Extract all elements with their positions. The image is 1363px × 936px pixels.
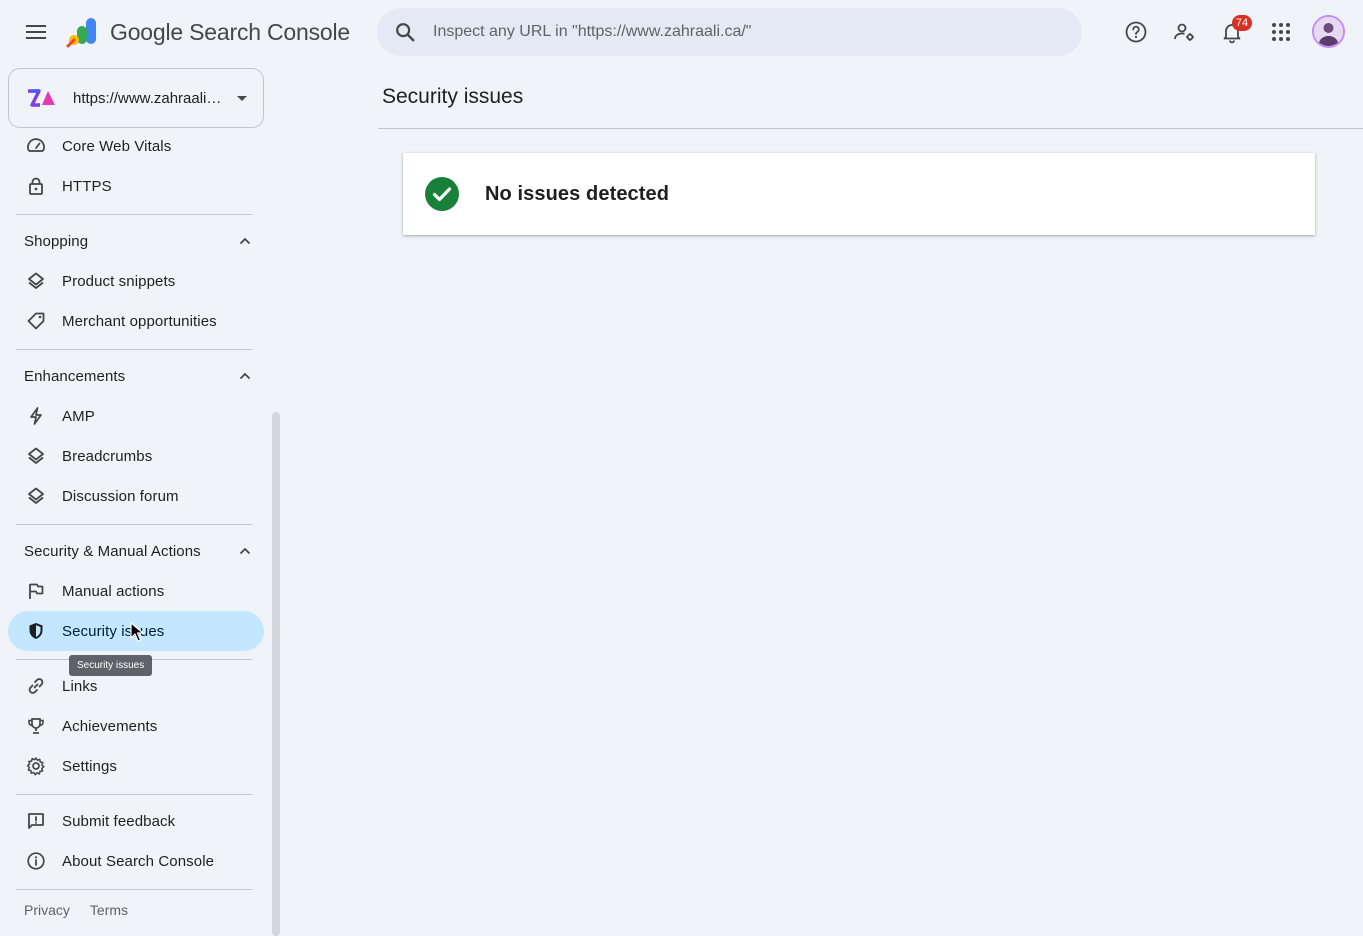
layers-icon [26,446,46,466]
account-settings-button[interactable] [1164,12,1204,52]
sidebar-divider [16,349,252,350]
section-title: Shopping [24,232,89,250]
gear-icon [26,756,46,776]
sidebar-item-label: Security issues [62,622,165,640]
link-icon [26,676,46,696]
sidebar-item-label: Core Web Vitals [62,137,172,155]
main-menu-button[interactable] [16,12,56,52]
sidebar-item-merchant-opportunities[interactable]: Merchant opportunities [8,301,264,341]
sidebar-item-achievements[interactable]: Achievements [8,706,264,746]
sidebar-divider [16,524,252,525]
sidebar-scrollbar[interactable] [272,412,280,936]
section-header-enhancements[interactable]: Enhancements [8,356,264,396]
notifications-button[interactable]: 74 [1212,12,1252,52]
property-logo-icon [28,89,55,107]
terms-link[interactable]: Terms [90,902,128,918]
title-divider [378,128,1363,129]
sidebar-divider [16,214,252,215]
sidebar-item-label: Manual actions [62,582,165,600]
status-card: No issues detected [403,153,1315,235]
sidebar-item-settings[interactable]: Settings [8,746,264,786]
sidebar-item-label: Links [62,677,98,695]
chevron-up-icon [239,237,251,245]
page-title: Security issues [382,85,524,108]
privacy-link[interactable]: Privacy [24,902,70,918]
sidebar-item-label: Settings [62,757,117,775]
sidebar-item-label: Product snippets [62,272,176,290]
sidebar-item-breadcrumbs[interactable]: Breadcrumbs [8,436,264,476]
user-avatar-icon [1314,17,1343,46]
tag-icon [26,311,46,331]
trophy-icon [26,716,46,736]
check-circle-icon [425,177,459,211]
nav-tooltip: Security issues [69,655,153,676]
sidebar-item-amp[interactable]: AMP [8,396,264,436]
status-text: No issues detected [485,182,670,205]
section-header-shopping[interactable]: Shopping [8,221,264,261]
manage-accounts-icon [1174,23,1194,41]
sidebar-item-label: AMP [62,407,95,425]
mouse-cursor-icon [130,622,144,642]
dropdown-arrow-icon [237,96,247,101]
search-console-logo[interactable]: Google Search Console [66,16,350,48]
sidebar-item-submit-feedback[interactable]: Submit feedback [8,801,264,841]
section-title: Enhancements [24,367,126,385]
section-title: Security & Manual Actions [24,542,201,560]
url-inspection-search[interactable] [377,8,1082,56]
apps-grid-icon [1272,23,1290,41]
top-app-bar: Google Search Console 74 [0,0,1363,64]
help-icon [1125,21,1147,43]
sidebar-item-https[interactable]: HTTPS [8,166,264,206]
hamburger-menu-icon [26,25,46,39]
sidebar-divider [16,794,252,795]
help-button[interactable] [1116,12,1156,52]
sidebar-item-core-web-vitals[interactable]: Core Web Vitals [8,126,264,166]
bolt-icon [26,406,46,426]
google-apps-button[interactable] [1261,12,1301,52]
speedometer-icon [26,136,46,156]
sidebar-item-manual-actions[interactable]: Manual actions [8,571,264,611]
section-header-security[interactable]: Security & Manual Actions [8,531,264,571]
search-console-logo-icon [66,18,96,48]
layers-icon [26,486,46,506]
property-selector[interactable]: https://www.zahraali.... [8,68,264,128]
sidebar-item-label: Breadcrumbs [62,447,153,465]
info-icon [26,851,46,871]
account-avatar[interactable] [1312,15,1345,48]
sidebar-item-label: HTTPS [62,177,112,195]
lock-icon [26,176,46,196]
sidebar-divider [16,889,252,890]
app-title: Google Search Console [110,18,351,45]
chevron-up-icon [239,547,251,555]
sidebar-item-label: About Search Console [62,852,215,870]
property-url: https://www.zahraali.... [73,89,223,107]
sidebar-item-label: Achievements [62,717,158,735]
sidebar-item-label: Merchant opportunities [62,312,217,330]
layers-icon [26,271,46,291]
sidebar-item-product-snippets[interactable]: Product snippets [8,261,264,301]
sidebar-item-discussion-forum[interactable]: Discussion forum [8,476,264,516]
url-inspection-input[interactable] [433,23,1033,41]
sidebar-item-about[interactable]: About Search Console [8,841,264,881]
feedback-icon [26,811,46,831]
chevron-up-icon [239,372,251,380]
sidebar-footer: Privacy Terms [24,902,128,918]
sidebar-item-label: Discussion forum [62,487,179,505]
notification-count-badge: 74 [1232,15,1252,31]
flag-icon [26,581,46,601]
sidebar-item-label: Submit feedback [62,812,176,830]
search-icon[interactable] [377,8,433,56]
shield-icon [26,621,46,641]
